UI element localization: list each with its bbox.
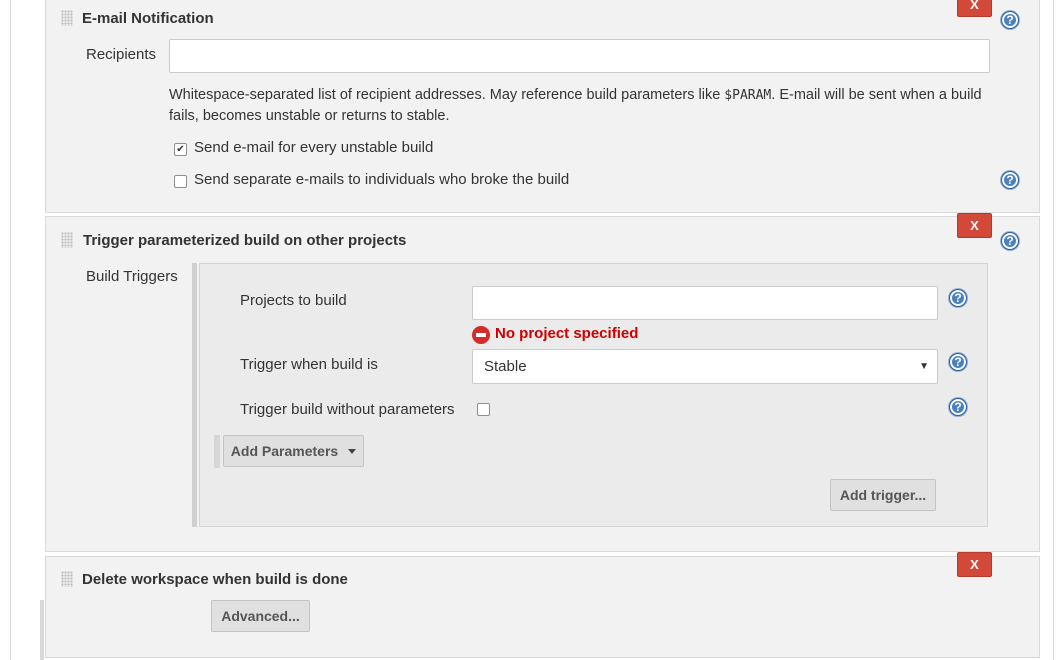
recipients-input[interactable]: [169, 39, 990, 73]
projects-to-build-label: Projects to build: [240, 292, 347, 309]
trigger-when-value: Stable: [484, 358, 527, 375]
advanced-button[interactable]: Advanced...: [211, 600, 310, 632]
unstable-build-checkbox[interactable]: ✔: [174, 143, 187, 156]
trigger-build-title: Trigger parameterized build on other pro…: [83, 232, 407, 249]
build-config-page: E-mail Notification X ? Recipients White…: [10, 0, 1054, 660]
individuals-label: Send separate e-mails to individuals who…: [194, 171, 570, 188]
help-icon[interactable]: ?: [1001, 11, 1019, 29]
trigger-without-params-checkbox[interactable]: [477, 403, 490, 416]
email-notification-title: E-mail Notification: [82, 10, 214, 27]
add-parameters-label: Add Parameters: [230, 443, 339, 459]
build-triggers-bar: [192, 263, 197, 527]
unstable-build-label: Send e-mail for every unstable build: [194, 139, 434, 156]
individuals-checkbox[interactable]: [174, 175, 187, 188]
drag-handle-trigger[interactable]: [61, 232, 73, 248]
drag-handle-email[interactable]: [61, 10, 73, 26]
delete-email-notification-button[interactable]: X: [957, 0, 992, 17]
delete-workspace-remove-button[interactable]: X: [957, 552, 992, 577]
caret-down-icon: [348, 448, 357, 454]
delete-workspace-title: Delete workspace when build is done: [82, 571, 348, 588]
drag-handle-delete-workspace[interactable]: [61, 571, 73, 587]
recipients-label: Recipients: [86, 46, 157, 63]
trigger-when-label: Trigger when build is: [240, 356, 378, 373]
help-icon[interactable]: ?: [949, 353, 967, 371]
help-icon[interactable]: ?: [949, 398, 967, 416]
build-triggers-label: Build Triggers: [86, 268, 178, 285]
add-trigger-button[interactable]: Add trigger...: [830, 479, 936, 511]
no-project-error: No project specified: [495, 325, 639, 342]
projects-to-build-input[interactable]: [472, 286, 938, 320]
description-text: Whitespace-separated list of recipient a…: [169, 87, 725, 103]
help-icon[interactable]: ?: [1001, 171, 1019, 189]
panel-left-edge: [40, 600, 44, 660]
error-icon: [472, 326, 490, 344]
add-parameters-button[interactable]: Add Parameters: [223, 435, 364, 467]
description-code: $PARAM: [724, 88, 772, 103]
dropdown-arrow-icon: ▼: [919, 361, 929, 372]
help-icon[interactable]: ?: [949, 289, 967, 307]
delete-trigger-build-button[interactable]: X: [957, 213, 992, 238]
trigger-when-select[interactable]: Stable ▼: [472, 349, 938, 384]
recipients-description: Whitespace-separated list of recipient a…: [169, 85, 989, 127]
trigger-without-params-label: Trigger build without parameters: [240, 401, 455, 418]
help-icon[interactable]: ?: [1001, 232, 1019, 250]
add-parameters-bar: [214, 435, 220, 468]
